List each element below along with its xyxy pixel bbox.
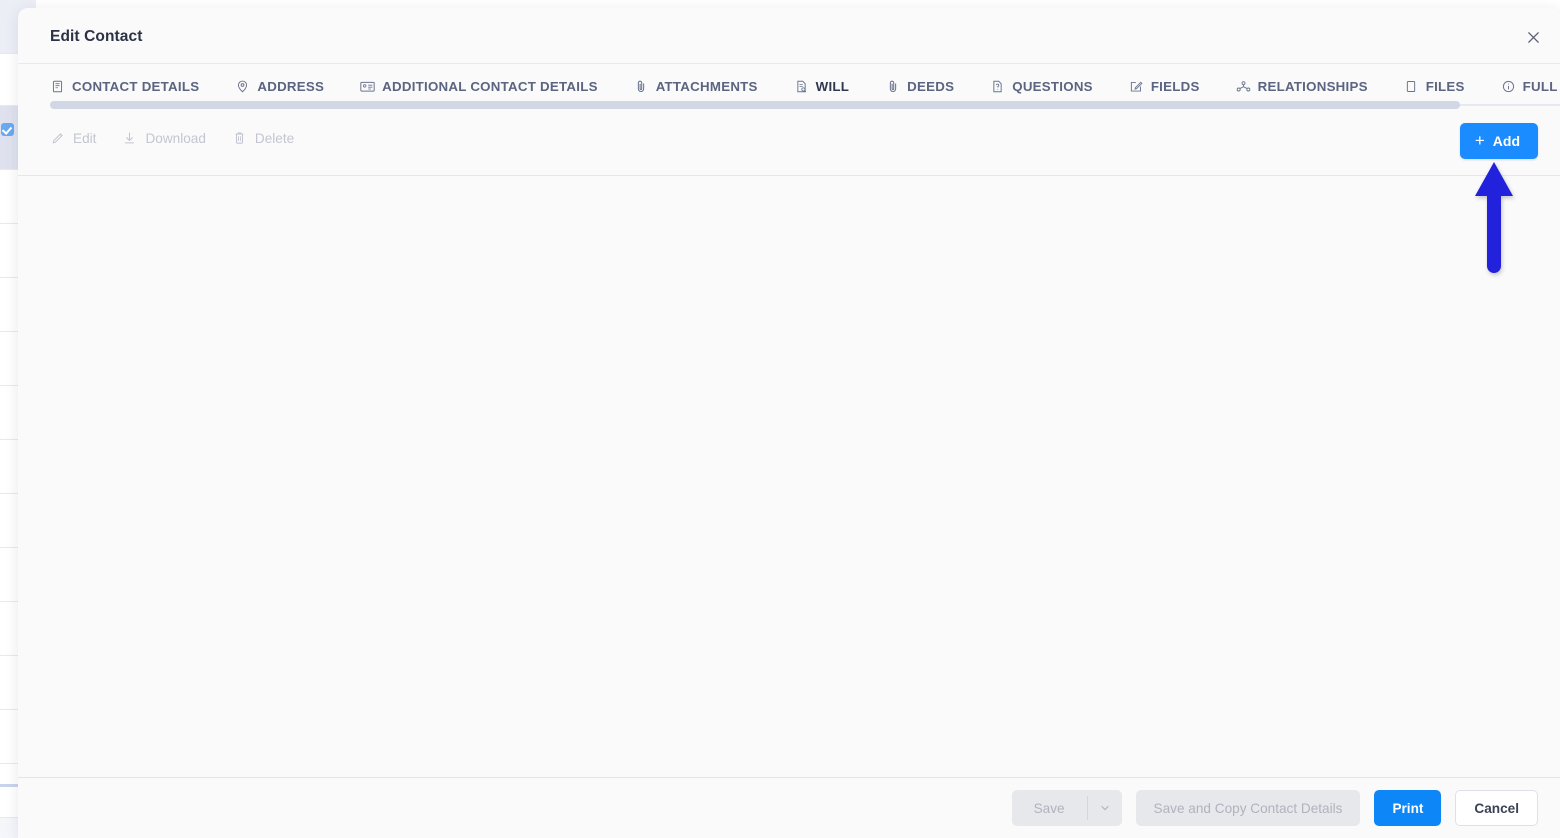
add-button[interactable]: + Add xyxy=(1459,123,1538,159)
tab-label: WILL xyxy=(815,78,850,94)
save-split-button[interactable]: Save xyxy=(1011,790,1122,826)
tab-label: DEEDS xyxy=(907,78,955,94)
chevron-down-icon[interactable] xyxy=(1088,790,1122,826)
tab-label: ADDRESS xyxy=(257,78,325,94)
edit-square-icon xyxy=(1129,79,1144,94)
edit-label: Edit xyxy=(73,130,97,146)
modal-header: Edit Contact xyxy=(18,8,1560,64)
download-button[interactable]: Download xyxy=(122,130,206,146)
will-toolbar: Edit Download Delete + Add xyxy=(18,112,1560,176)
will-content-area xyxy=(18,176,1560,777)
modal-footer: Save Save and Copy Contact Details Print… xyxy=(18,777,1560,838)
tab-label: FILES xyxy=(1425,78,1465,94)
question-document-icon xyxy=(990,79,1005,94)
contact-card-icon xyxy=(50,79,65,94)
file-icon xyxy=(1404,79,1419,94)
tab-label: RELATIONSHIPS xyxy=(1257,78,1368,94)
plus-icon: + xyxy=(1474,130,1485,150)
download-icon xyxy=(122,130,137,146)
delete-label: Delete xyxy=(254,130,295,146)
download-label: Download xyxy=(145,130,206,146)
save-button[interactable]: Save xyxy=(1012,790,1087,826)
edit-contact-modal: Edit Contact CONTACT DETAILS ADDRESS ADD… xyxy=(18,8,1560,838)
tab-label: ADDITIONAL CONTACT DETAILS xyxy=(382,78,598,94)
tab-label: ATTACHMENTS xyxy=(655,78,758,94)
tab-label: CONTACT DETAILS xyxy=(72,78,200,94)
document-search-icon xyxy=(794,79,809,94)
map-pin-icon xyxy=(235,79,250,94)
info-circle-icon xyxy=(1501,79,1516,94)
page-title: Edit Contact xyxy=(50,28,143,45)
cancel-button[interactable]: Cancel xyxy=(1455,790,1538,826)
toolbar-actions: Edit Download Delete xyxy=(50,130,294,146)
tab-label: FIELDS xyxy=(1150,78,1200,94)
delete-button[interactable]: Delete xyxy=(232,130,294,146)
pencil-icon xyxy=(50,130,65,146)
add-label: Add xyxy=(1492,133,1520,149)
paperclip-icon xyxy=(885,79,900,94)
edit-button[interactable]: Edit xyxy=(50,130,96,146)
print-button[interactable]: Print xyxy=(1374,790,1442,826)
id-card-icon xyxy=(360,79,375,94)
tab-label: QUESTIONS xyxy=(1012,78,1093,94)
trash-icon xyxy=(232,130,247,146)
scrollbar-thumb[interactable] xyxy=(50,101,1460,109)
close-icon[interactable] xyxy=(1520,24,1546,50)
save-and-copy-contact-details-button[interactable]: Save and Copy Contact Details xyxy=(1135,790,1361,826)
paperclip-icon xyxy=(634,79,649,94)
tab-label: FULL INFORMATION xyxy=(1522,78,1560,94)
people-network-icon xyxy=(1236,79,1251,94)
row-checkbox[interactable] xyxy=(1,123,14,136)
tabs-scrollbar[interactable] xyxy=(50,101,1560,110)
